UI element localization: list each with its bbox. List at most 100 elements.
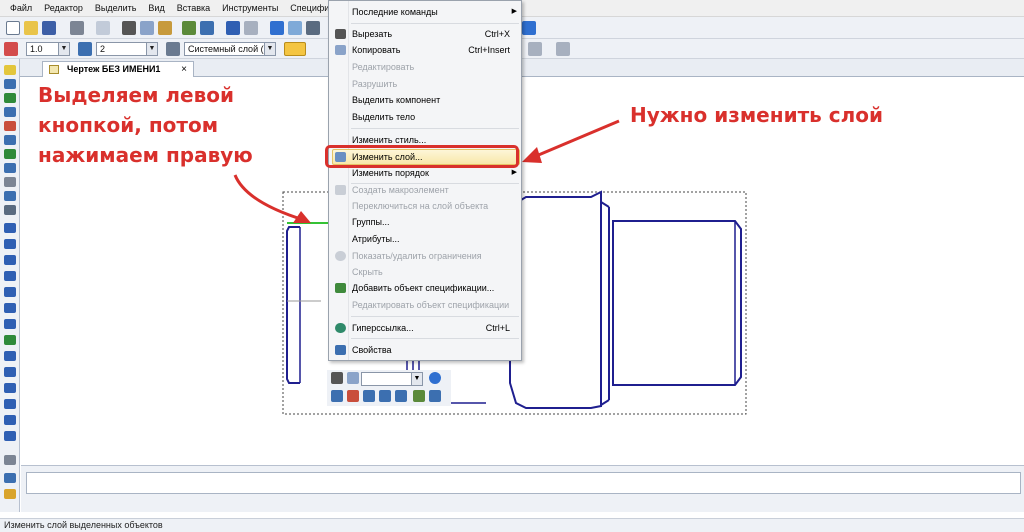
tool-icon-19[interactable] [4,335,16,345]
copy-toolbar-icon[interactable] [140,21,154,35]
segment-tool-icon[interactable] [4,255,16,265]
menu-file[interactable]: Файл [4,0,38,17]
command-line[interactable] [26,472,1021,494]
magnet-snap-icon[interactable] [284,42,306,56]
chevron-down-icon[interactable]: ▼ [411,373,422,385]
chevron-down-icon[interactable]: ▼ [264,43,275,55]
function-icon[interactable] [306,21,320,35]
cut-icon[interactable] [122,21,136,35]
menu-view[interactable]: Вид [142,0,170,17]
mini-layer-combo[interactable]: ▼ [361,372,423,386]
menu-item-select-component[interactable]: Выделить компонент [330,92,520,108]
spline-tool-icon[interactable] [4,319,16,329]
menu-item-attributes[interactable]: Атрибуты... [330,231,520,247]
toolbar-extra-icon-2[interactable] [528,42,542,56]
tool-icon-4[interactable] [4,107,16,117]
tool-icon-21[interactable] [4,367,16,377]
chevron-down-icon[interactable]: ▼ [146,43,157,55]
menu-insert[interactable]: Вставка [171,0,216,17]
arc-tool-icon[interactable] [4,287,16,297]
mini-tool-icon-1[interactable] [331,390,343,402]
preview-icon[interactable] [96,21,110,35]
menu-item-select-body[interactable]: Выделить тело [330,109,520,125]
tool-icon-5[interactable] [4,121,16,131]
style-combo[interactable]: 2 ▼ [96,42,158,56]
menu-item-copy[interactable]: Копировать Ctrl+Insert [330,42,520,58]
menu-item-explode[interactable]: Разрушить [330,76,520,92]
zoom-icon[interactable] [429,372,441,384]
menu-item-add-spec-object[interactable]: Добавить объект спецификации... [330,280,520,296]
menu-item-cut[interactable]: Вырезать Ctrl+X [330,26,520,42]
close-icon[interactable]: × [181,62,187,77]
tool-icon-7[interactable] [4,149,16,159]
properties-toolbar-icon[interactable] [200,21,214,35]
polygon-tool-icon[interactable] [4,431,16,441]
line-tool-icon[interactable] [4,239,16,249]
menu-item-change-style[interactable]: Изменить стиль... [330,132,520,148]
toolbar-extra-icon-3[interactable] [556,42,570,56]
rectangle-tool-icon[interactable] [4,415,16,425]
menu-item-hyperlink[interactable]: Гиперссылка... Ctrl+L [330,320,520,336]
cut-icon[interactable] [331,372,343,384]
point-tool-icon[interactable] [4,223,16,233]
menu-item-label: Копировать [352,45,401,55]
menu-item-edit[interactable]: Редактировать [330,59,520,75]
tool-icon-27[interactable] [4,473,16,483]
hatch-tool-icon[interactable] [4,455,16,465]
menu-item-change-layer[interactable]: Изменить слой... [330,149,520,165]
tool-icon-8[interactable] [4,163,16,173]
tool-icon-20[interactable] [4,351,16,361]
document-tab[interactable]: Чертеж БЕЗ ИМЕНИ1 × [42,61,194,77]
menu-item-groups[interactable]: Группы... [330,214,520,230]
layer-combo[interactable]: Системный слой (0) ▼ [184,42,276,56]
save-icon[interactable] [42,21,56,35]
menu-item-properties[interactable]: Свойства [330,342,520,358]
tool-icon-22[interactable] [4,383,16,393]
fillet-tool-icon[interactable] [4,399,16,409]
tool-icon-9[interactable] [4,177,16,187]
tool-icon-2[interactable] [4,79,16,89]
tool-icon-28[interactable] [4,489,16,499]
context-menu: Последние команды ▶ Вырезать Ctrl+X Копи… [325,0,522,361]
menu-item-label: Редактировать объект спецификации [352,300,510,310]
mini-tool-icon-5[interactable] [395,390,407,402]
menu-item-edit-spec-object[interactable]: Редактировать объект спецификации [330,297,520,313]
copy-icon[interactable] [347,372,359,384]
open-folder-icon[interactable] [24,21,38,35]
menu-item-change-order[interactable]: Изменить порядок ▶ [330,165,520,181]
properties-icon[interactable] [429,390,441,402]
tool-icon-3[interactable] [4,93,16,103]
redo-icon[interactable] [244,21,258,35]
variables-icon[interactable] [288,21,302,35]
tool-icon-10[interactable] [4,191,16,201]
ellipse-tool-icon[interactable] [4,303,16,313]
toolbar-extra-icon[interactable] [522,21,536,35]
menu-editor[interactable]: Редактор [38,0,89,17]
menu-item-recent-commands[interactable]: Последние команды ▶ [330,4,520,20]
scale-combo[interactable]: 1.0 ▼ [26,42,70,56]
menu-tools[interactable]: Инструменты [216,0,284,17]
menu-item-label: Изменить слой... [352,152,423,162]
menu-item-constraints[interactable]: Показать/удалить ограничения [330,248,520,264]
status-bar: Изменить слой выделенных объектов [0,518,1024,532]
menu-select[interactable]: Выделить [89,0,143,17]
new-document-icon[interactable] [6,21,20,35]
tool-icon-11[interactable] [4,205,16,215]
undo-icon[interactable] [226,21,240,35]
chevron-down-icon[interactable]: ▼ [58,43,69,55]
shaft-chamfer-top [600,201,610,208]
print-icon[interactable] [70,21,84,35]
menu-item-hide[interactable]: Скрыть [330,264,520,280]
manager-icon[interactable] [270,21,284,35]
tool-icon-6[interactable] [4,135,16,145]
paste-icon[interactable] [158,21,172,35]
geometry-tool-icon[interactable] [4,65,16,75]
mini-tool-icon-3[interactable] [363,390,375,402]
format-brush-icon[interactable] [182,21,196,35]
mini-tool-icon-4[interactable] [379,390,391,402]
mini-tool-icon-2[interactable] [347,390,359,402]
circle-tool-icon[interactable] [4,271,16,281]
format-brush-icon[interactable] [413,390,425,402]
menu-item-switch-layer[interactable]: Переключиться на слой объекта [330,198,520,214]
menu-item-create-macro[interactable]: Создать макроэлемент [330,182,520,198]
